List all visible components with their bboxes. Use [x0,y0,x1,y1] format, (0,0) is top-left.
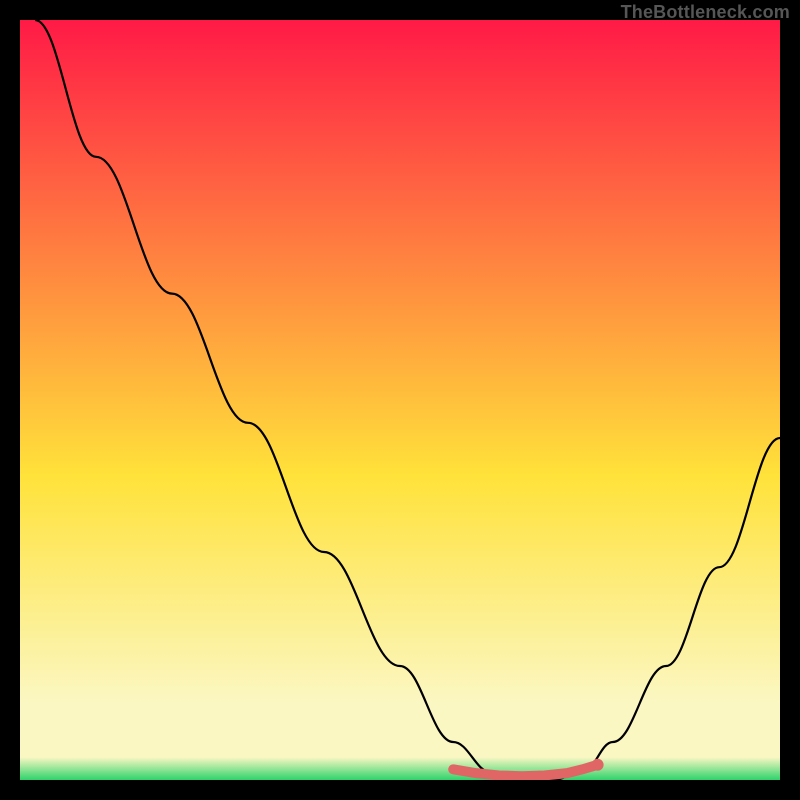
plot-area [20,20,780,780]
attribution-text: TheBottleneck.com [621,2,790,23]
chart-frame: TheBottleneck.com [0,0,800,800]
optimal-range-markers [20,20,780,780]
